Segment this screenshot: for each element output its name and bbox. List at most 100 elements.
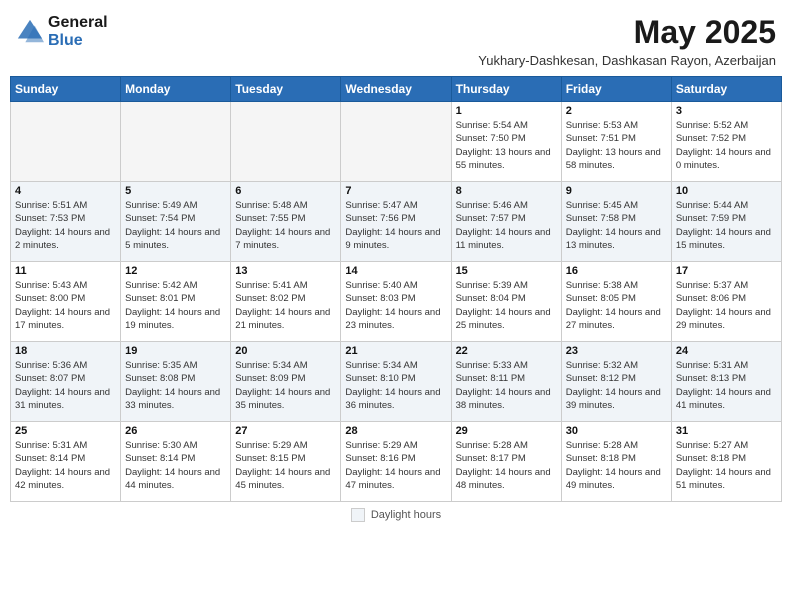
calendar-week-row: 18 Sunrise: 5:36 AMSunset: 8:07 PMDayligh… bbox=[11, 342, 782, 422]
calendar-day-cell: 23 Sunrise: 5:32 AMSunset: 8:12 PMDayligh… bbox=[561, 342, 671, 422]
day-info: Sunrise: 5:51 AMSunset: 7:53 PMDaylight:… bbox=[15, 199, 116, 252]
day-info: Sunrise: 5:45 AMSunset: 7:58 PMDaylight:… bbox=[566, 199, 667, 252]
calendar-week-row: 11 Sunrise: 5:43 AMSunset: 8:00 PMDayligh… bbox=[11, 262, 782, 342]
calendar-day-cell: 14Sunrise: 5:40 AMSunset: 8:03 PMDayligh… bbox=[341, 262, 451, 342]
calendar-day-cell: 8Sunrise: 5:46 AMSunset: 7:57 PMDaylight… bbox=[451, 182, 561, 262]
day-info: Sunrise: 5:32 AMSunset: 8:12 PMDaylight:… bbox=[566, 359, 667, 412]
day-info: Sunrise: 5:53 AMSunset: 7:51 PMDaylight:… bbox=[566, 119, 667, 172]
day-number: 11 bbox=[15, 265, 116, 277]
logo: General Blue bbox=[16, 14, 108, 49]
calendar-day-cell: 29 Sunrise: 5:28 AMSunset: 8:17 PMDayligh… bbox=[451, 422, 561, 502]
day-number: 28 bbox=[345, 425, 446, 437]
weekday-header-wednesday: Wednesday bbox=[341, 77, 451, 102]
calendar-day-cell bbox=[231, 102, 341, 182]
day-number: 18 bbox=[15, 345, 116, 357]
day-number: 6 bbox=[235, 185, 336, 197]
page-header: General Blue May 2025 Yukhary-Dashkesan,… bbox=[10, 10, 782, 72]
day-info: Sunrise: 5:29 AMSunset: 8:15 PMDaylight:… bbox=[235, 439, 336, 492]
day-info: Sunrise: 5:34 AMSunset: 8:09 PMDaylight:… bbox=[235, 359, 336, 412]
calendar-day-cell: 30Sunrise: 5:28 AMSunset: 8:18 PMDayligh… bbox=[561, 422, 671, 502]
calendar-day-cell bbox=[11, 102, 121, 182]
location-subtitle: Yukhary-Dashkesan, Dashkasan Rayon, Azer… bbox=[478, 53, 776, 68]
day-info: Sunrise: 5:43 AMSunset: 8:00 PMDaylight:… bbox=[15, 279, 116, 332]
day-number: 12 bbox=[125, 265, 226, 277]
daylight-box bbox=[351, 508, 365, 522]
calendar-day-cell: 31 Sunrise: 5:27 AMSunset: 8:18 PMDayligh… bbox=[671, 422, 781, 502]
daylight-label: Daylight hours bbox=[371, 509, 441, 521]
day-number: 5 bbox=[125, 185, 226, 197]
day-info: Sunrise: 5:47 AMSunset: 7:56 PMDaylight:… bbox=[345, 199, 446, 252]
day-number: 1 bbox=[456, 105, 557, 117]
calendar-day-cell: 1 Sunrise: 5:54 AMSunset: 7:50 PMDaylight… bbox=[451, 102, 561, 182]
weekday-header-tuesday: Tuesday bbox=[231, 77, 341, 102]
weekday-header-row: SundayMondayTuesdayWednesdayThursdayFrid… bbox=[11, 77, 782, 102]
day-info: Sunrise: 5:31 AMSunset: 8:14 PMDaylight:… bbox=[15, 439, 116, 492]
day-number: 2 bbox=[566, 105, 667, 117]
weekday-header-friday: Friday bbox=[561, 77, 671, 102]
weekday-header-sunday: Sunday bbox=[11, 77, 121, 102]
day-info: Sunrise: 5:38 AMSunset: 8:05 PMDaylight:… bbox=[566, 279, 667, 332]
calendar-day-cell: 19 Sunrise: 5:35 AMSunset: 8:08 PMDayligh… bbox=[121, 342, 231, 422]
day-info: Sunrise: 5:54 AMSunset: 7:50 PMDaylight:… bbox=[456, 119, 557, 172]
day-number: 17 bbox=[676, 265, 777, 277]
day-info: Sunrise: 5:34 AMSunset: 8:10 PMDaylight:… bbox=[345, 359, 446, 412]
day-info: Sunrise: 5:35 AMSunset: 8:08 PMDaylight:… bbox=[125, 359, 226, 412]
day-number: 19 bbox=[125, 345, 226, 357]
day-info: Sunrise: 5:28 AMSunset: 8:17 PMDaylight:… bbox=[456, 439, 557, 492]
day-info: Sunrise: 5:30 AMSunset: 8:14 PMDaylight:… bbox=[125, 439, 226, 492]
logo-text: General Blue bbox=[48, 14, 108, 49]
day-info: Sunrise: 5:36 AMSunset: 8:07 PMDaylight:… bbox=[15, 359, 116, 412]
day-info: Sunrise: 5:48 AMSunset: 7:55 PMDaylight:… bbox=[235, 199, 336, 252]
day-number: 23 bbox=[566, 345, 667, 357]
day-number: 25 bbox=[15, 425, 116, 437]
title-block: May 2025 Yukhary-Dashkesan, Dashkasan Ra… bbox=[478, 14, 776, 68]
calendar-day-cell: 26 Sunrise: 5:30 AMSunset: 8:14 PMDayligh… bbox=[121, 422, 231, 502]
month-year-title: May 2025 bbox=[478, 14, 776, 51]
day-info: Sunrise: 5:39 AMSunset: 8:04 PMDaylight:… bbox=[456, 279, 557, 332]
day-info: Sunrise: 5:27 AMSunset: 8:18 PMDaylight:… bbox=[676, 439, 777, 492]
day-number: 15 bbox=[456, 265, 557, 277]
calendar-day-cell: 20 Sunrise: 5:34 AMSunset: 8:09 PMDayligh… bbox=[231, 342, 341, 422]
calendar-day-cell: 7Sunrise: 5:47 AMSunset: 7:56 PMDaylight… bbox=[341, 182, 451, 262]
weekday-header-saturday: Saturday bbox=[671, 77, 781, 102]
day-number: 10 bbox=[676, 185, 777, 197]
day-info: Sunrise: 5:29 AMSunset: 8:16 PMDaylight:… bbox=[345, 439, 446, 492]
calendar-day-cell: 16Sunrise: 5:38 AMSunset: 8:05 PMDayligh… bbox=[561, 262, 671, 342]
calendar-day-cell: 3Sunrise: 5:52 AMSunset: 7:52 PMDaylight… bbox=[671, 102, 781, 182]
day-number: 30 bbox=[566, 425, 667, 437]
day-info: Sunrise: 5:37 AMSunset: 8:06 PMDaylight:… bbox=[676, 279, 777, 332]
calendar-day-cell bbox=[341, 102, 451, 182]
calendar-day-cell: 18 Sunrise: 5:36 AMSunset: 8:07 PMDayligh… bbox=[11, 342, 121, 422]
calendar-week-row: 1 Sunrise: 5:54 AMSunset: 7:50 PMDaylight… bbox=[11, 102, 782, 182]
logo-icon bbox=[16, 18, 44, 46]
day-number: 29 bbox=[456, 425, 557, 437]
calendar-day-cell: 25 Sunrise: 5:31 AMSunset: 8:14 PMDayligh… bbox=[11, 422, 121, 502]
calendar-day-cell: 6 Sunrise: 5:48 AMSunset: 7:55 PMDaylight… bbox=[231, 182, 341, 262]
day-number: 8 bbox=[456, 185, 557, 197]
day-number: 20 bbox=[235, 345, 336, 357]
calendar-day-cell: 9 Sunrise: 5:45 AMSunset: 7:58 PMDaylight… bbox=[561, 182, 671, 262]
day-info: Sunrise: 5:42 AMSunset: 8:01 PMDaylight:… bbox=[125, 279, 226, 332]
day-number: 13 bbox=[235, 265, 336, 277]
day-number: 27 bbox=[235, 425, 336, 437]
calendar-week-row: 4 Sunrise: 5:51 AMSunset: 7:53 PMDaylight… bbox=[11, 182, 782, 262]
logo-general-text: General bbox=[48, 14, 108, 32]
calendar-day-cell: 5Sunrise: 5:49 AMSunset: 7:54 PMDaylight… bbox=[121, 182, 231, 262]
calendar-day-cell: 28 Sunrise: 5:29 AMSunset: 8:16 PMDayligh… bbox=[341, 422, 451, 502]
day-info: Sunrise: 5:44 AMSunset: 7:59 PMDaylight:… bbox=[676, 199, 777, 252]
calendar-footer: Daylight hours bbox=[10, 508, 782, 522]
day-number: 3 bbox=[676, 105, 777, 117]
day-number: 22 bbox=[456, 345, 557, 357]
day-number: 9 bbox=[566, 185, 667, 197]
day-number: 26 bbox=[125, 425, 226, 437]
calendar-day-cell: 27 Sunrise: 5:29 AMSunset: 8:15 PMDayligh… bbox=[231, 422, 341, 502]
calendar-day-cell: 13Sunrise: 5:41 AMSunset: 8:02 PMDayligh… bbox=[231, 262, 341, 342]
calendar-day-cell: 12 Sunrise: 5:42 AMSunset: 8:01 PMDayligh… bbox=[121, 262, 231, 342]
day-number: 31 bbox=[676, 425, 777, 437]
calendar-day-cell bbox=[121, 102, 231, 182]
weekday-header-thursday: Thursday bbox=[451, 77, 561, 102]
day-number: 4 bbox=[15, 185, 116, 197]
calendar-day-cell: 11 Sunrise: 5:43 AMSunset: 8:00 PMDayligh… bbox=[11, 262, 121, 342]
calendar-week-row: 25 Sunrise: 5:31 AMSunset: 8:14 PMDayligh… bbox=[11, 422, 782, 502]
day-info: Sunrise: 5:31 AMSunset: 8:13 PMDaylight:… bbox=[676, 359, 777, 412]
